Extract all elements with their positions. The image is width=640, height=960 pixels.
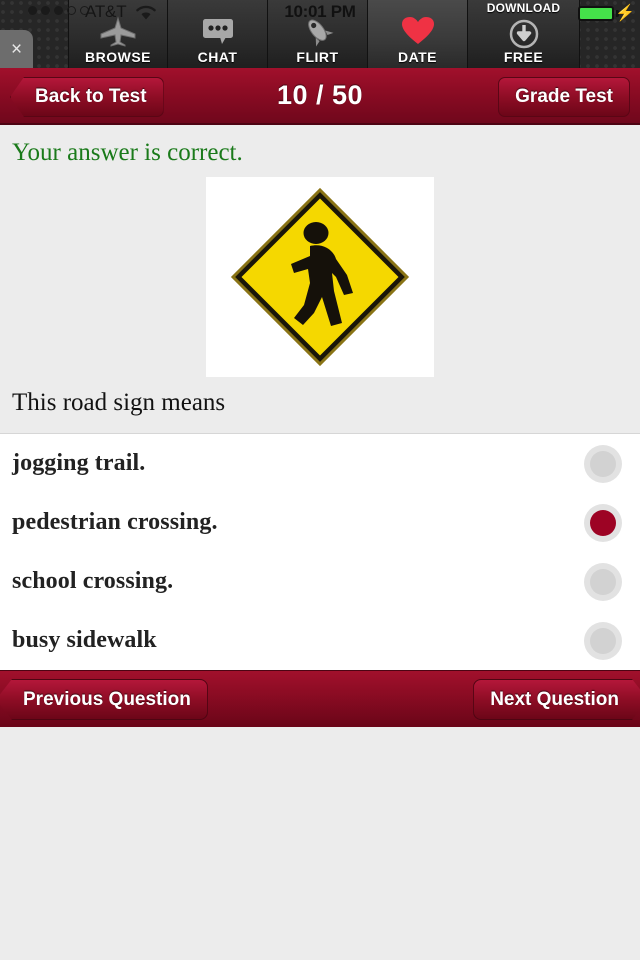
heart-icon [399, 13, 437, 49]
answer-option-label: jogging trail. [12, 450, 146, 476]
question-content: Your answer is correct. This road sign m… [0, 125, 640, 433]
app-screen: AT&T 10:01 PM ⚡ × BROWSE CHAT FLIRT DATE… [0, 0, 640, 960]
bottom-toolbar: Previous Question Next Question [0, 670, 640, 727]
ad-tab-top-label: DOWNLOAD [486, 1, 561, 15]
answer-feedback: Your answer is correct. [12, 139, 243, 166]
close-ad-button[interactable]: × [0, 30, 33, 68]
question-text: This road sign means [12, 389, 226, 416]
ad-tab-label: FLIRT [296, 49, 339, 65]
ad-tab-label: CHAT [197, 49, 238, 65]
airplane-icon [98, 13, 138, 49]
ad-tab-download-free[interactable]: DOWNLOAD FREE [468, 0, 580, 68]
answer-option[interactable]: busy sidewalk [0, 611, 640, 670]
ad-tab-label: DATE [397, 49, 438, 65]
road-sign-image [206, 177, 434, 377]
ad-tabs: BROWSE CHAT FLIRT DATE DOWNLOAD FREE [68, 0, 640, 68]
radio-button[interactable] [584, 562, 622, 601]
ad-tab-flirt[interactable]: FLIRT [268, 0, 368, 68]
ad-tab-browse[interactable]: BROWSE [68, 0, 168, 68]
answer-option-label: busy sidewalk [12, 627, 157, 653]
answer-option-label: pedestrian crossing. [12, 509, 218, 535]
download-arrow-icon [509, 19, 539, 49]
radio-button[interactable] [584, 621, 622, 660]
pedestrian-crossing-sign [230, 187, 410, 367]
radio-button[interactable] [584, 444, 622, 483]
ad-tab-chat[interactable]: CHAT [168, 0, 268, 68]
answer-option[interactable]: pedestrian crossing. [0, 493, 640, 552]
answer-option[interactable]: school crossing. [0, 552, 640, 611]
next-question-button[interactable]: Next Question [473, 679, 640, 720]
answer-option-label: school crossing. [12, 568, 174, 594]
grade-test-button[interactable]: Grade Test [498, 77, 630, 117]
ad-banner[interactable]: AT&T 10:01 PM ⚡ × BROWSE CHAT FLIRT DATE… [0, 0, 640, 68]
answer-options-list: jogging trail. pedestrian crossing. scho… [0, 433, 640, 670]
nav-bar: Back to Test 10 / 50 Grade Test [0, 68, 640, 125]
rocket-icon [299, 13, 337, 49]
speech-bubble-icon [200, 13, 236, 49]
ad-tab-label: BROWSE [85, 49, 151, 65]
answer-option[interactable]: jogging trail. [0, 434, 640, 493]
ad-tab-date[interactable]: DATE [368, 0, 468, 68]
radio-button-selected[interactable] [584, 503, 622, 542]
previous-question-button[interactable]: Previous Question [0, 679, 208, 720]
empty-area [0, 727, 640, 942]
ad-tab-label: FREE [503, 49, 544, 65]
